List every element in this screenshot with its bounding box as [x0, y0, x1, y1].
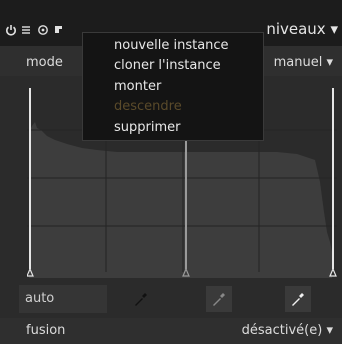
menu-item-delete[interactable]: supprimer	[114, 120, 180, 135]
black-picker-button[interactable]	[128, 286, 154, 312]
menu-item-new-instance[interactable]: nouvelle instance	[114, 38, 229, 53]
blend-dropdown[interactable]: désactivé(e) ▾	[242, 323, 333, 338]
auto-label: auto	[25, 291, 55, 306]
instance-context-menu: nouvelle instance cloner l'instance mont…	[82, 32, 264, 141]
mode-dropdown[interactable]: manuel ▾	[274, 55, 333, 70]
reset-icon[interactable]	[37, 24, 49, 36]
white-picker-button[interactable]	[285, 286, 311, 312]
power-icon[interactable]	[5, 24, 17, 36]
presets-icon[interactable]	[20, 24, 32, 36]
auto-button[interactable]: auto	[19, 285, 107, 313]
menu-item-move-down: descendre	[114, 99, 182, 114]
mode-label: mode	[26, 55, 63, 70]
histogram-area	[29, 122, 332, 278]
chevron-down-icon: ▾	[326, 323, 333, 338]
menu-item-move-up[interactable]: monter	[114, 79, 161, 94]
blend-label: fusion	[26, 323, 66, 338]
multi-instance-icon[interactable]	[53, 24, 65, 36]
eyedropper-black-icon	[135, 293, 147, 306]
blend-row[interactable]: fusion désactivé(e) ▾	[0, 318, 342, 344]
eyedropper-gray-icon	[213, 293, 225, 306]
gray-picker-button[interactable]	[206, 286, 232, 312]
chevron-down-icon: ▾	[330, 20, 338, 38]
module-title: niveaux ▾	[266, 20, 338, 38]
eyedropper-white-icon	[292, 293, 304, 306]
menu-item-duplicate-instance[interactable]: cloner l'instance	[114, 58, 221, 73]
pickers-row: auto	[0, 282, 342, 316]
chevron-down-icon: ▾	[326, 55, 333, 70]
